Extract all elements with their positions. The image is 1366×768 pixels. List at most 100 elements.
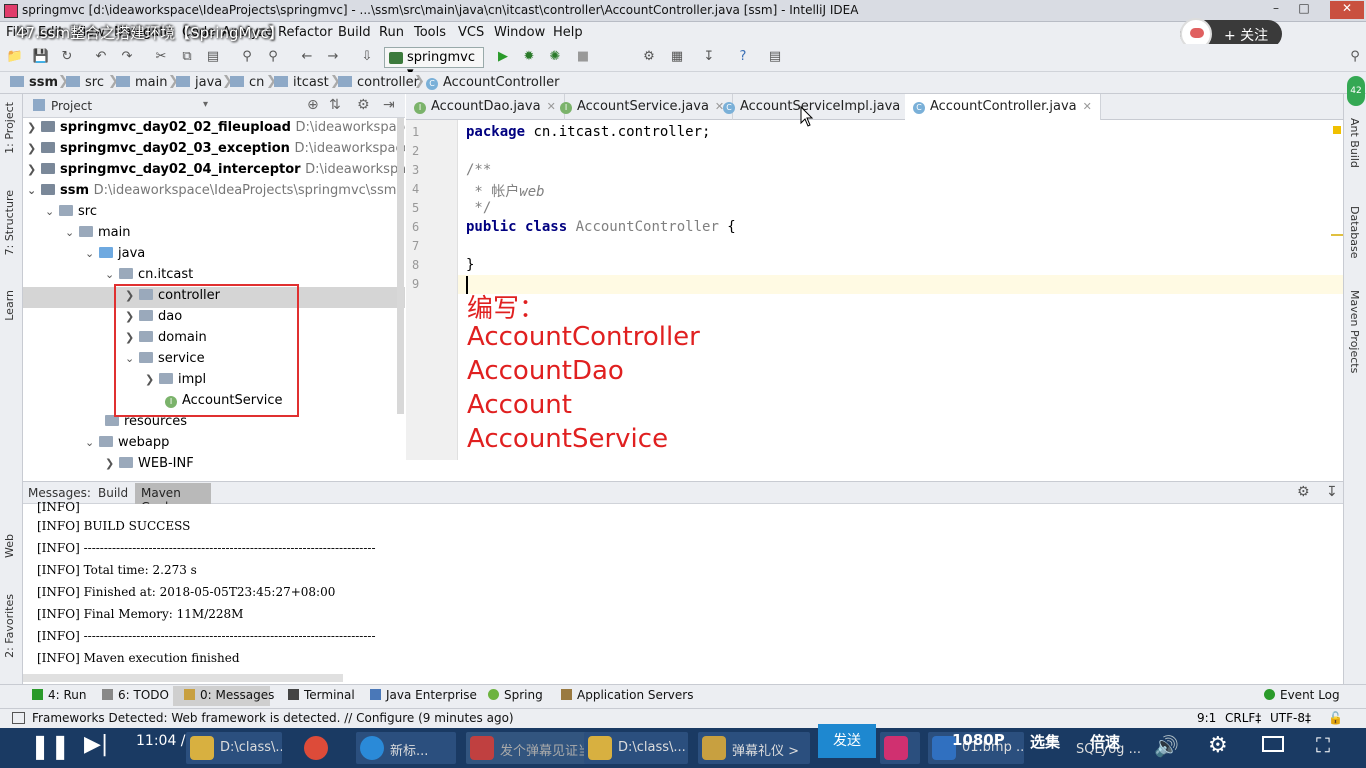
menu-refactor[interactable]: Refactor <box>278 25 333 40</box>
taskbar-item-explorer-2[interactable]: D:\class\... <box>584 732 688 764</box>
project-scrollbar[interactable] <box>397 118 404 414</box>
find-icon[interactable]: ⚲ <box>238 48 256 66</box>
menu-help[interactable]: Help <box>553 25 583 40</box>
menu-vcs[interactable]: VCS <box>458 25 484 40</box>
learn-tool-button[interactable]: Learn <box>3 290 16 321</box>
taskbar-item-browser[interactable]: 新标... <box>356 732 456 764</box>
structure-tool-button[interactable]: 7: Structure <box>3 190 16 255</box>
open-icon[interactable]: 📁 <box>6 48 24 66</box>
menu-window[interactable]: Window <box>494 25 545 40</box>
replace-icon[interactable]: ⚲ <box>264 48 282 66</box>
crumb-controller[interactable]: controller <box>338 75 419 90</box>
tree-item-src[interactable]: ⌄ src <box>45 204 97 225</box>
cut-icon[interactable]: ✂ <box>152 48 170 66</box>
sync-icon[interactable]: ↻ <box>58 48 76 66</box>
save-icon[interactable]: 💾 <box>32 48 50 66</box>
project-tool-button[interactable]: 1: Project <box>3 102 16 154</box>
next-icon[interactable]: ▶| <box>84 732 108 757</box>
minimize-button[interactable]: – <box>1262 1 1290 19</box>
taskbar-item-idea[interactable] <box>880 732 920 764</box>
search-everywhere-icon[interactable]: ⚲ <box>1346 48 1364 66</box>
scroll-from-source-icon[interactable]: ⊕ <box>307 97 319 113</box>
spring-tool-button[interactable]: Spring <box>488 688 543 702</box>
collapse-all-icon[interactable]: ⇅ <box>329 97 341 113</box>
speed-button[interactable]: 倍速 <box>1090 731 1120 752</box>
console-scrollbar[interactable] <box>23 674 343 682</box>
undo-icon[interactable]: ↶ <box>92 48 110 66</box>
ant-build-tool-button[interactable]: Ant Build <box>1348 118 1361 168</box>
tree-item-interceptor[interactable]: ❯ springmvc_day02_04_interceptor D:\ideaw… <box>27 162 405 183</box>
run-tool-button[interactable]: 4: Run <box>32 688 87 702</box>
coverage-icon[interactable]: ✺ <box>546 48 564 66</box>
file-encoding[interactable]: UTF-8‡ <box>1270 711 1311 725</box>
crumb-src[interactable]: src <box>66 75 104 90</box>
project-structure-icon[interactable]: ▦ <box>668 48 686 66</box>
copy-icon[interactable]: ⧉ <box>178 48 196 66</box>
tree-item-main[interactable]: ⌄ main <box>65 225 130 246</box>
taskbar-item-chrome[interactable] <box>290 732 340 764</box>
hide-panel-icon[interactable]: ⇥ <box>383 97 395 113</box>
database-tool-button[interactable]: Database <box>1348 206 1361 259</box>
tree-item-webapp[interactable]: ⌄ webapp <box>85 435 169 456</box>
event-log-tool-button[interactable]: Event Log <box>1264 688 1340 702</box>
gear-icon[interactable]: ⚙ <box>357 97 370 113</box>
tree-item-resources[interactable]: resources <box>105 414 187 435</box>
status-message[interactable]: Frameworks Detected: Web framework is de… <box>32 711 514 725</box>
redo-icon[interactable]: ↷ <box>118 48 136 66</box>
pause-icon[interactable]: ❚❚ <box>30 732 70 760</box>
sdk-icon[interactable]: ↧ <box>700 48 718 66</box>
volume-icon[interactable]: 🔊 <box>1154 734 1179 758</box>
danmaku-etiquette-link[interactable]: 弹幕礼仪 > <box>698 732 810 764</box>
tab-accountcontroller[interactable]: C AccountController.java ✕ <box>905 94 1101 120</box>
todo-tool-button[interactable]: 6: TODO <box>102 688 169 702</box>
gear-icon[interactable]: ⚙ <box>1208 733 1228 758</box>
crumb-itcast[interactable]: itcast <box>274 75 329 90</box>
app-servers-tool-button[interactable]: Application Servers <box>561 688 693 702</box>
run-config-select[interactable]: springmvc ▾ <box>384 47 484 80</box>
close-icon[interactable]: ✕ <box>1083 100 1092 113</box>
tree-item-ssm[interactable]: ⌄ ssm D:\ideaworkspace\IdeaProjects\sprin… <box>27 183 396 204</box>
quality-button[interactable]: 1080P <box>952 731 1005 749</box>
tree-item-web-inf[interactable]: ❯ WEB-INF <box>105 456 194 477</box>
tab-accountservice[interactable]: I AccountService.java ✕ <box>552 94 734 120</box>
run-icon[interactable]: ▶ <box>494 48 512 66</box>
menu-tools[interactable]: Tools <box>414 25 446 40</box>
favorites-tool-button[interactable]: 2: Favorites <box>3 594 16 658</box>
fullscreen-icon[interactable]: ⛶ <box>1316 733 1330 757</box>
line-separator[interactable]: CRLF‡ <box>1225 711 1261 725</box>
crumb-cn[interactable]: cn <box>230 75 264 90</box>
toggle-tool-windows-icon[interactable] <box>12 712 25 724</box>
menu-build[interactable]: Build <box>338 25 371 40</box>
build-icon[interactable]: ⇩ <box>358 48 376 66</box>
debug-icon[interactable]: ✹ <box>520 48 538 66</box>
tab-maven-goal[interactable]: Maven Goal <box>135 483 211 514</box>
pip-icon[interactable] <box>1262 736 1284 752</box>
tree-item-exception[interactable]: ❯ springmvc_day02_03_exception D:\ideawor… <box>27 141 405 162</box>
plugin-icon[interactable]: ▤ <box>766 48 784 66</box>
settings-icon[interactable]: ⚙ <box>640 48 658 66</box>
tab-accountserviceimpl[interactable]: CAccountServiceImpl.java✕ <box>715 94 925 120</box>
tab-build[interactable]: Build <box>98 486 128 500</box>
hide-panel-icon[interactable]: ↧ <box>1326 484 1338 500</box>
taskbar-item-explorer-1[interactable]: D:\class\... <box>186 732 282 764</box>
crumb-java[interactable]: java <box>176 75 222 90</box>
send-button[interactable]: 发送 <box>818 724 876 758</box>
maximize-button[interactable]: □ <box>1290 1 1318 19</box>
tree-item-fileupload[interactable]: ❯ springmvc_day02_02_fileupload D:\ideawo… <box>27 120 405 141</box>
maven-projects-tool-button[interactable]: Maven Projects <box>1348 290 1361 373</box>
forward-icon[interactable]: → <box>324 48 342 66</box>
paste-icon[interactable]: ▤ <box>204 48 222 66</box>
tab-accountdao[interactable]: I AccountDao.java ✕ <box>406 94 565 120</box>
tree-item-java[interactable]: ⌄ java <box>85 246 145 267</box>
menu-run[interactable]: Run <box>379 25 404 40</box>
messages-tool-button[interactable]: 0: Messages <box>184 688 274 702</box>
java-enterprise-tool-button[interactable]: Java Enterprise <box>370 688 477 702</box>
close-button[interactable]: ✕ <box>1330 1 1364 19</box>
stop-icon[interactable]: ■ <box>574 48 592 66</box>
terminal-tool-button[interactable]: Terminal <box>288 688 355 702</box>
crumb-main[interactable]: main <box>116 75 167 90</box>
chevron-down-icon[interactable]: ▾ <box>203 99 208 110</box>
lock-icon[interactable]: 🔓 <box>1328 711 1343 725</box>
back-icon[interactable]: ← <box>298 48 316 66</box>
gear-icon[interactable]: ⚙ <box>1297 484 1310 500</box>
